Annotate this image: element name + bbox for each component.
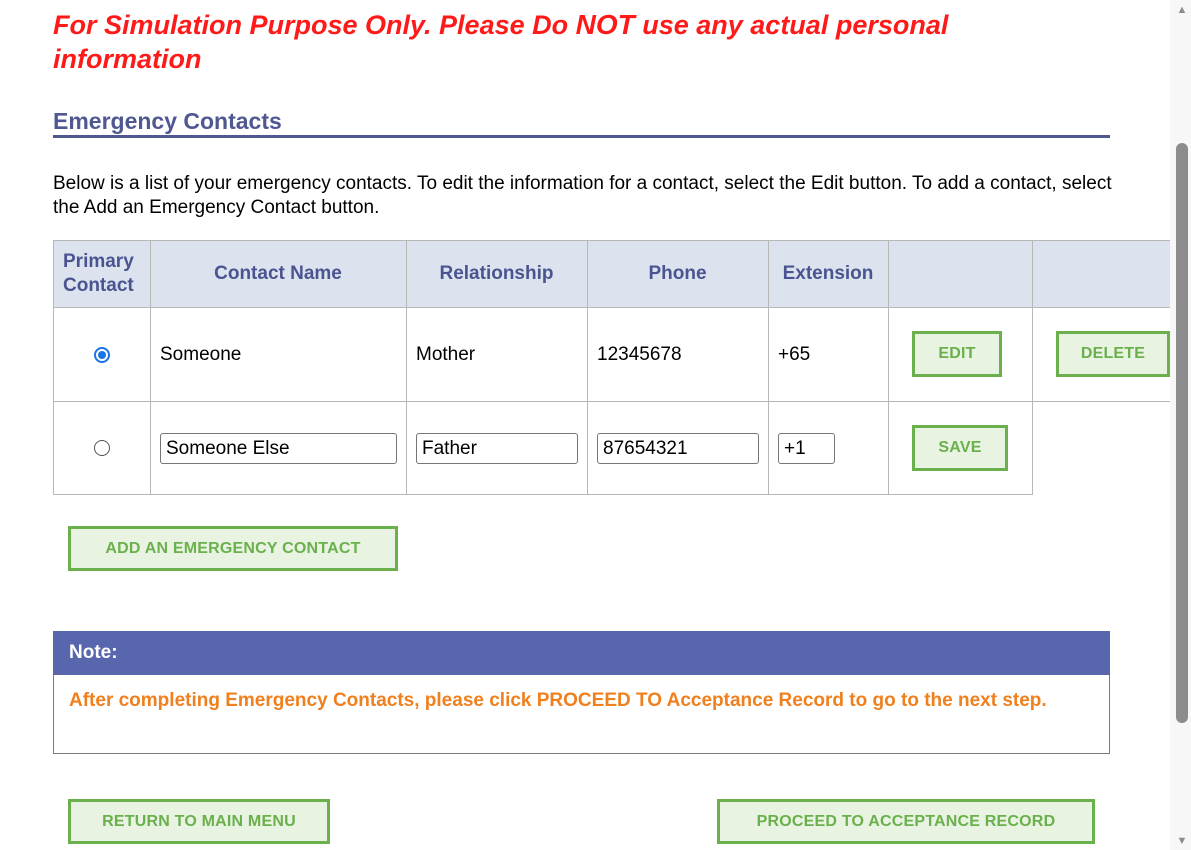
extension-cell: +65 [778,343,811,365]
table-col-divider [1032,240,1033,495]
warning-emphasis: NOT [575,9,635,40]
note-body: After completing Emergency Contacts, ple… [53,675,1110,754]
table-row-divider [53,401,1170,402]
contact-name-cell: Someone [160,343,242,365]
header-edit-column [888,240,1032,307]
header-delete-column [1032,240,1170,307]
phone-cell: 12345678 [597,343,682,365]
relationship-input[interactable] [416,433,578,464]
table-col-divider [888,240,889,495]
page-title: Emergency Contacts [53,108,282,134]
contact-name-input[interactable] [160,433,397,464]
return-to-main-menu-button[interactable]: RETURN TO MAIN MENU [68,799,330,844]
intro-text: Below is a list of your emergency contac… [53,173,1112,218]
table-border-bottom [53,494,1033,495]
header-phone: Phone [587,240,768,307]
edit-button[interactable]: EDIT [912,331,1002,377]
table-row-primary-cell [53,308,150,401]
table-border-top [53,240,1170,241]
save-button[interactable]: SAVE [912,425,1008,471]
header-primary-contact: Primary Contact [53,240,150,307]
header-extension: Extension [768,240,888,307]
header-relationship: Relationship [406,240,587,307]
relationship-cell: Mother [416,343,476,365]
note-heading: Note: [53,631,1110,675]
scroll-down-arrow-icon[interactable]: ▼ [1175,835,1189,847]
table-row-primary-cell [53,402,150,494]
extension-input[interactable] [778,433,835,464]
scroll-up-arrow-icon[interactable]: ▲ [1175,4,1189,16]
simulation-warning: For Simulation Purpose Only. Please Do N… [53,8,1053,76]
phone-input[interactable] [597,433,759,464]
warning-text-start: For Simulation Purpose Only. Please Do [53,10,576,40]
primary-contact-radio[interactable] [93,346,110,363]
proceed-to-acceptance-record-button[interactable]: PROCEED TO ACCEPTANCE RECORD [717,799,1095,844]
primary-contact-radio[interactable] [93,440,110,456]
title-divider [53,135,1110,138]
header-extension-label: Extension [782,262,874,284]
delete-button[interactable]: DELETE [1056,331,1170,377]
header-contact-name: Contact Name [150,240,406,307]
add-emergency-contact-button[interactable]: ADD AN EMERGENCY CONTACT [68,526,398,571]
scrollbar-thumb[interactable] [1176,143,1188,723]
